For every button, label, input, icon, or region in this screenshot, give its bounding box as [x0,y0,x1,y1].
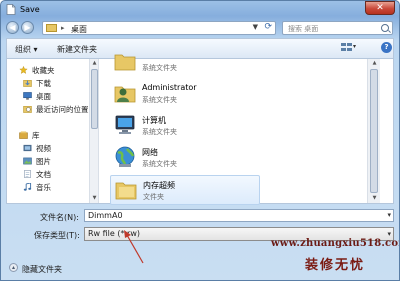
window-title: Save [20,5,40,14]
star-icon [19,66,28,74]
close-button[interactable]: ✕ [365,1,395,15]
search-input[interactable]: 搜索 桌面 [282,21,393,35]
file-type: 系统文件夹 [142,160,177,168]
download-folder-icon [23,80,32,87]
scrollbar-thumb[interactable] [370,69,378,193]
nav-item-label: 视频 [36,144,51,153]
view-options-icon[interactable]: ▾ [341,43,357,53]
file-name: 网络 [142,148,158,157]
nav-item-label: 下载 [36,79,51,88]
nav-item-label: 最近访问的位置 [36,105,89,114]
save-dialog: Save ✕ ◀ ▶ ▸ 桌面 ▼ ⟳ 搜索 桌面 组织 ▾ 新建文件夹 ▾ ? [0,0,400,281]
folder-icon [115,182,137,200]
file-list: 系统文件夹 Administrator 系统文件夹 计算机 系统文件夹 网络 系… [100,54,380,205]
file-item-administrator[interactable]: Administrator 系统文件夹 [110,79,260,109]
breadcrumb-desktop[interactable]: 桌面 [71,24,87,35]
nav-item-label: 图片 [36,157,51,166]
file-item-memory-overclock[interactable]: 内存超频 文件夹 [110,175,260,205]
file-item-partial-folder[interactable]: 系统文件夹 [110,47,260,77]
document-icon [6,4,16,15]
file-type: 系统文件夹 [142,128,177,136]
desktop-icon [23,92,32,100]
file-list-scrollbar[interactable]: ▲ ▼ [367,59,380,203]
nav-item-label: 桌面 [36,92,51,101]
nav-item-label: 库 [32,131,40,140]
scroll-down-icon[interactable]: ▼ [91,195,98,202]
file-item-network[interactable]: 网络 系统文件夹 [110,143,260,173]
address-dropdown-icon[interactable]: ▼ [253,23,258,31]
navigation-pane: 收藏夹 下载 桌面 最近访问的位置 库 视频 图片 文档 音乐 [7,59,89,203]
network-globe-icon [115,146,135,167]
computer-icon [115,115,135,134]
hide-folders-toggle-icon[interactable]: ▴ [9,263,18,272]
chevron-down-icon[interactable]: ▾ [387,210,391,221]
file-type: 文件夹 [143,193,164,201]
video-library-icon [23,144,32,152]
file-type: 系统文件夹 [142,64,177,72]
new-folder-button[interactable]: 新建文件夹 [57,44,97,55]
folder-icon [46,24,57,32]
search-icon[interactable] [381,24,389,32]
close-icon: ✕ [376,3,384,13]
file-item-computer[interactable]: 计算机 系统文件夹 [110,111,260,141]
file-name: 计算机 [142,116,166,125]
nav-item-label: 收藏夹 [32,66,55,75]
pictures-library-icon [23,157,32,165]
search-placeholder: 搜索 桌面 [288,25,319,33]
file-name: Administrator [142,83,197,92]
filename-input[interactable]: DimmA0 ▾ [84,209,394,222]
filetype-label: 保存类型(T): [34,231,80,240]
nav-pane-scrollbar[interactable]: ▲ ▼ [89,59,99,203]
watermark-url: www.zhuangxiu518.com [271,238,400,249]
library-icon [19,131,28,139]
scroll-up-icon[interactable]: ▲ [91,60,98,67]
scrollbar-thumb[interactable] [91,69,98,129]
scroll-down-icon[interactable]: ▼ [371,195,378,202]
partial-folder-icon [114,54,136,71]
documents-library-icon [24,170,31,178]
filename-value: DimmA0 [88,211,123,220]
annotation-arrow [124,230,144,264]
breadcrumb-separator[interactable]: ▸ [61,24,65,32]
title-bar[interactable]: Save ✕ [1,1,399,19]
nav-item-label: 文档 [36,170,51,179]
recent-places-icon [23,106,32,113]
browser-content: 收藏夹 下载 桌面 最近访问的位置 库 视频 图片 文档 音乐 ▲ ▼ 系统文件… [6,54,394,205]
music-library-icon [23,183,32,191]
hide-folders-button[interactable]: 隐藏文件夹 [22,264,62,275]
refresh-icon[interactable]: ⟳ [264,22,272,32]
address-bar[interactable]: ▸ 桌面 ▼ ⟳ [42,21,276,35]
forward-button[interactable]: ▶ [21,21,34,34]
watermark: www.zhuangxiu518.com 装修无忧 [271,238,399,280]
file-type: 系统文件夹 [142,96,177,104]
address-row: ◀ ▶ ▸ 桌面 ▼ ⟳ 搜索 桌面 [6,20,394,37]
user-folder-icon [114,86,136,103]
help-button[interactable]: ? [381,42,392,53]
organize-button[interactable]: 组织 ▾ [15,44,38,55]
scroll-up-icon[interactable]: ▲ [371,60,378,67]
nav-item-label: 音乐 [36,183,51,192]
filename-label: 文件名(N): [40,213,79,222]
watermark-name: 装修无忧 [304,258,365,273]
back-button[interactable]: ◀ [6,21,19,34]
file-name: 内存超频 [143,181,175,190]
